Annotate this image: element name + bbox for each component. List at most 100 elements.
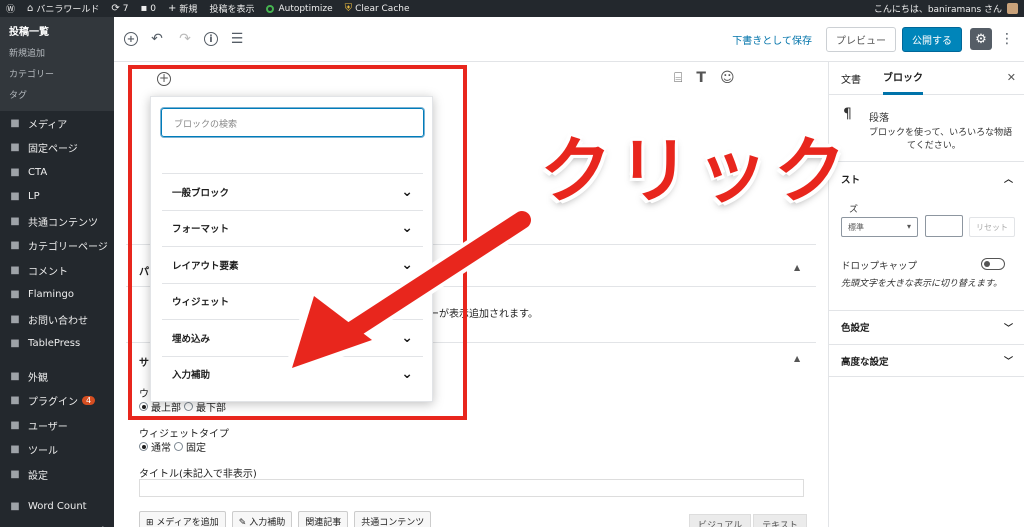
drop-cap-toggle[interactable]	[981, 258, 1005, 270]
sidebar-item-label: ユーザー	[28, 421, 68, 433]
new-content-link[interactable]: + 新規	[162, 0, 203, 17]
font-size-number-input[interactable]	[925, 215, 963, 237]
sidebar-item[interactable]: ■ ツール	[0, 438, 114, 463]
sidebar-item[interactable]: ■ 共通コンテンツ	[0, 209, 114, 234]
media-icon: ⊞	[146, 518, 157, 527]
sidebar-item-label: Flamingo	[28, 289, 74, 301]
block-description: ブロックを使って、いろいろな物語	[869, 128, 1013, 138]
publish-button[interactable]: 公開する	[902, 26, 962, 52]
sidebar-item[interactable]: ■ プラグイン 4	[0, 389, 114, 414]
add-block-icon[interactable]: +	[124, 32, 138, 46]
info-icon[interactable]: i	[204, 32, 218, 46]
color-settings-panel[interactable]: 色設定 ﹀	[829, 310, 1024, 343]
tab-visual[interactable]: ビジュアル	[689, 514, 752, 527]
reset-button[interactable]: リセット	[969, 217, 1015, 237]
title-input[interactable]	[139, 479, 804, 497]
autoptimize-link[interactable]: Autoptimize	[260, 0, 338, 17]
close-icon[interactable]: ✕	[1007, 71, 1016, 84]
sidebar-item[interactable]: ■ Word Count	[0, 495, 114, 520]
outline-icon[interactable]: ☰	[228, 30, 246, 48]
editor-toolbar: + ↶ ↷ i ☰ 下書きとして保存 プレビュー 公開する ⚙ ⋮	[114, 17, 1024, 62]
updates-link[interactable]: ⟳ 7	[105, 0, 134, 17]
wp-logo-icon[interactable]: Ⓦ	[0, 0, 21, 17]
undo-icon[interactable]: ↶	[148, 30, 166, 48]
more-menu-icon[interactable]: ⋮	[1000, 31, 1014, 47]
redo-icon[interactable]: ↷	[176, 30, 194, 48]
sidebar-item-label: Word Count	[28, 501, 87, 513]
wrench-icon: ■	[10, 444, 20, 456]
cache-icon: ⛨	[344, 3, 353, 14]
input-assist-button[interactable]: ✎ 入力補助	[231, 511, 293, 527]
comments-link[interactable]: ▪ 0	[135, 0, 163, 17]
add-media-button[interactable]: ⊞ メディアを追加	[139, 511, 226, 527]
sidebar-item-label: プラグイン	[28, 397, 78, 409]
sidebar-item-label: CTA	[28, 166, 48, 178]
preview-button[interactable]: プレビュー	[826, 26, 896, 52]
caret-up-icon[interactable]: ▲	[794, 354, 800, 363]
image-block-icon[interactable]: ⌸	[674, 70, 682, 86]
refresh-icon: ⟳	[111, 3, 120, 14]
sidebar-item[interactable]: ■ 固定ページ	[0, 136, 114, 161]
inline-tools: ⌸ T ☺	[674, 70, 735, 86]
submenu-add-new[interactable]: 新規追加	[0, 42, 114, 63]
sidebar-item[interactable]: ■ LP	[0, 185, 114, 210]
count-icon: ■	[10, 501, 20, 513]
update-count-badge: 4	[82, 396, 96, 406]
gear-icon[interactable]: ⚙	[970, 28, 992, 50]
status-circle-icon	[266, 4, 275, 13]
font-size-select[interactable]: 標準 ▾	[841, 217, 918, 237]
comment-bubble-icon: ▪	[140, 3, 148, 14]
submenu-all-posts[interactable]: 投稿一覧	[0, 19, 114, 42]
radio-normal[interactable]	[139, 442, 148, 451]
sidebar-item[interactable]: ■ CTA	[0, 160, 114, 185]
sidebar-item[interactable]: ■ メディア	[0, 111, 114, 136]
save-draft-button[interactable]: 下書きとして保存	[732, 32, 812, 47]
sidebar-item[interactable]: ■ カテゴリーページ	[0, 234, 114, 259]
avatar	[1007, 3, 1018, 14]
block-description-2: てください。	[907, 141, 961, 151]
sidebar-item-label: 外観	[28, 372, 48, 384]
sidebar-item-label: お問い合わせ	[28, 315, 88, 327]
clear-cache-link[interactable]: ⛨ Clear Cache	[339, 0, 416, 17]
brush-icon: ■	[10, 370, 20, 382]
sidebar-item-label: コメント	[28, 266, 68, 278]
tab-text[interactable]: テキスト	[753, 514, 807, 527]
chevron-up-icon: ︿	[1003, 175, 1013, 185]
account-link[interactable]: こんにちは、baniramans さん	[868, 0, 1024, 17]
widget-type-label: ウィジェットタイプ	[139, 429, 229, 440]
common-content-button[interactable]: 共通コンテンツ	[354, 511, 432, 527]
tab-document[interactable]: 文書	[841, 62, 861, 95]
site-name-link[interactable]: ⌂ バニラワールド	[21, 0, 105, 17]
plugin-icon: ■	[10, 395, 20, 407]
drop-cap-help: 先頭文字を大きな表示に切り替えます。	[841, 279, 1003, 289]
submenu-tags[interactable]: タグ	[0, 84, 114, 105]
sidebar-item-label: ツール	[28, 446, 58, 458]
sidebar-item[interactable]: ■WP Fastest Cache	[0, 519, 114, 527]
sidebar-item[interactable]: ■ 外観	[0, 364, 114, 389]
settings-tabs: 文書 ブロック ✕	[829, 62, 1024, 95]
smiley-icon[interactable]: ☺	[720, 70, 735, 86]
submenu-categories[interactable]: カテゴリー	[0, 63, 114, 84]
text-settings-panel[interactable]: スト ︿	[829, 161, 1024, 195]
advanced-settings-panel[interactable]: 高度な設定 ﹀	[829, 344, 1024, 377]
heading-block-icon[interactable]: T	[696, 70, 706, 86]
flamingo-icon: ■	[10, 289, 20, 301]
sidebar-item[interactable]: ■ ユーザー	[0, 413, 114, 438]
pencil-icon: ✎	[238, 518, 250, 527]
sidebar-item[interactable]: ■ コメント	[0, 258, 114, 283]
mail-icon: ■	[10, 313, 20, 325]
sidebar-item-label: 固定ページ	[28, 144, 78, 156]
sidebar-item[interactable]: ■ Flamingo	[0, 283, 114, 308]
radio-fixed[interactable]	[174, 442, 183, 451]
caret-up-icon[interactable]: ▲	[794, 263, 800, 272]
sidebar-item[interactable]: ■ お問い合わせ	[0, 307, 114, 332]
sidebar-item[interactable]: ■ 設定	[0, 462, 114, 487]
settings-icon: ■	[10, 468, 20, 480]
tab-block[interactable]: ブロック	[883, 62, 923, 95]
view-post-link[interactable]: 投稿を表示	[203, 0, 260, 17]
media-icon: ■	[10, 117, 20, 129]
quicktags-toolbar: ⊞ メディアを追加 ✎ 入力補助 関連記事 共通コンテンツ	[139, 511, 432, 527]
sidebar-item[interactable]: ■ TablePress	[0, 332, 114, 357]
sidebar-item-label: カテゴリーページ	[28, 242, 108, 254]
related-posts-button[interactable]: 関連記事	[298, 511, 349, 527]
